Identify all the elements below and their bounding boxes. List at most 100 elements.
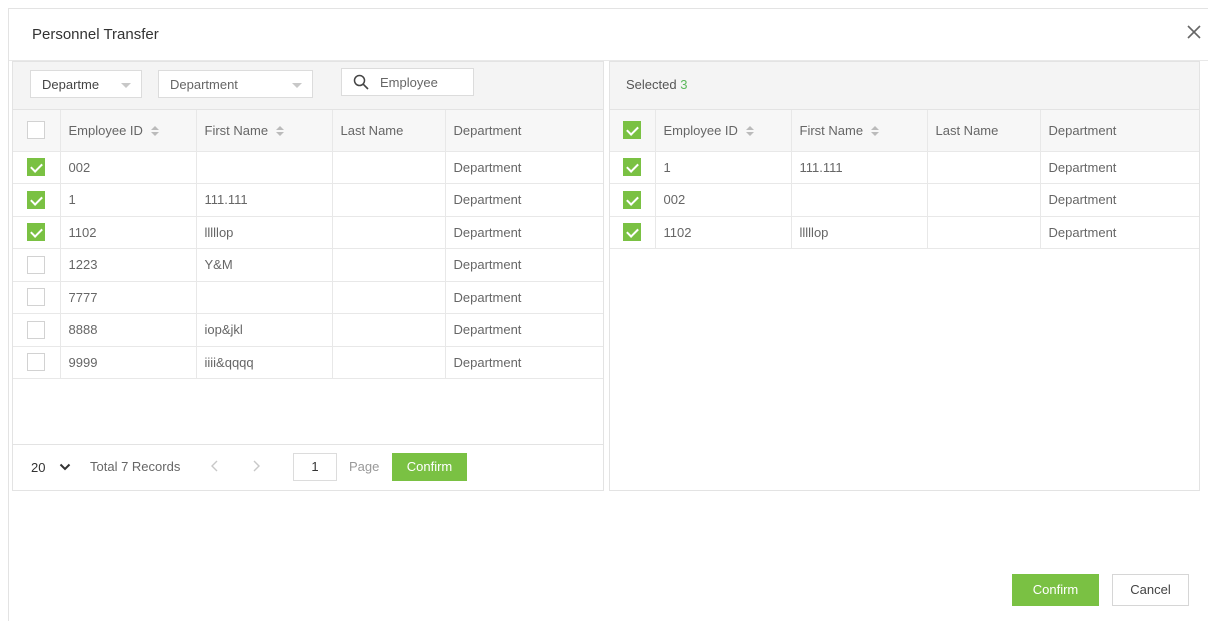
row-checkbox-cell <box>610 183 656 217</box>
table-header-row: Employee ID First Name Last Name Departm… <box>610 110 1199 152</box>
sort-icon[interactable] <box>871 126 880 137</box>
table-row[interactable]: 1102 lllllop Department <box>610 216 1199 249</box>
cell-last-name <box>332 346 446 379</box>
table-row[interactable]: 9999 iiii&qqqq Department <box>13 346 603 379</box>
sort-icon[interactable] <box>150 126 159 137</box>
col-employee-id[interactable]: Employee ID <box>655 110 792 152</box>
cell-department: Department <box>445 346 603 379</box>
table-row[interactable]: 1102 lllllop Department <box>13 216 603 249</box>
table-row[interactable]: 002 Department <box>13 151 603 184</box>
chevron-left-icon[interactable] <box>209 458 221 474</box>
cell-department: Department <box>445 248 603 282</box>
table-row[interactable]: 1223 Y&M Department <box>13 248 603 282</box>
page-confirm-button[interactable]: Confirm <box>392 453 467 481</box>
page-size-value: 20 <box>31 460 46 475</box>
row-checkbox-cell <box>13 313 61 347</box>
department-filter-select[interactable]: Departme <box>30 70 142 98</box>
page-size-select[interactable]: 20 <box>21 454 81 480</box>
cell-first-name: iop&jkl <box>196 313 333 347</box>
row-checkbox[interactable] <box>27 223 46 242</box>
selected-count: 3 <box>680 77 688 92</box>
select-all-checkbox[interactable] <box>623 121 642 140</box>
search-icon[interactable] <box>353 74 369 90</box>
selected-count-label: Selected 3 <box>626 77 687 92</box>
row-checkbox[interactable] <box>27 190 46 209</box>
chevron-right-icon[interactable] <box>250 458 262 474</box>
employee-search-input[interactable] <box>380 73 470 91</box>
cell-employee-id: 002 <box>60 151 197 184</box>
employee-list-panel: Departme Department Employee ID First Na… <box>12 61 604 491</box>
row-checkbox[interactable] <box>27 353 46 372</box>
row-checkbox[interactable] <box>623 190 642 209</box>
cancel-button[interactable]: Cancel <box>1112 574 1189 606</box>
selected-list-panel: Selected 3 Employee ID First Name Last N… <box>609 61 1200 491</box>
selected-header: Selected 3 <box>610 62 1199 110</box>
row-checkbox-cell <box>13 151 61 184</box>
row-checkbox[interactable] <box>27 158 46 177</box>
cell-employee-id: 9999 <box>60 346 197 379</box>
department-select[interactable]: Department <box>158 70 313 98</box>
col-last-name: Last Name <box>927 110 1041 152</box>
sort-icon[interactable] <box>276 126 285 137</box>
col-label: Last Name <box>935 122 999 138</box>
col-label: Department <box>453 122 522 138</box>
row-checkbox[interactable] <box>27 255 46 274</box>
sort-icon[interactable] <box>745 126 754 137</box>
cell-last-name <box>927 216 1041 249</box>
row-checkbox[interactable] <box>27 288 46 307</box>
table-row[interactable]: 002 Department <box>610 183 1199 217</box>
table-row[interactable]: 8888 iop&jkl Department <box>13 313 603 347</box>
select-all-cell <box>610 110 656 152</box>
cell-first-name <box>196 281 333 314</box>
confirm-button[interactable]: Confirm <box>1012 574 1099 606</box>
cell-first-name: lllllop <box>791 216 928 249</box>
row-checkbox-cell <box>610 216 656 249</box>
department-filter-value: Departme <box>42 77 100 92</box>
col-label: Department <box>1048 122 1117 138</box>
col-label: Last Name <box>340 122 404 138</box>
select-all-cell <box>13 110 61 152</box>
table-row[interactable]: 7777 Department <box>13 281 603 314</box>
col-label: First Name <box>204 122 269 138</box>
row-checkbox[interactable] <box>623 158 642 177</box>
cell-employee-id: 1223 <box>60 248 197 282</box>
cell-department: Department <box>445 281 603 314</box>
close-icon[interactable] <box>1185 23 1203 41</box>
cell-last-name <box>332 183 446 217</box>
cell-employee-id: 1102 <box>655 216 792 249</box>
row-checkbox[interactable] <box>27 320 46 339</box>
table-row[interactable]: 1 111.111 Department <box>610 151 1199 184</box>
dialog-header: Personnel Transfer <box>9 9 1208 61</box>
employee-table: Employee ID First Name Last Name Departm… <box>13 110 603 379</box>
col-label: Employee ID <box>68 122 143 138</box>
pagination-bar: 20 Total 7 Records 1 Page Confirm <box>13 444 603 490</box>
page-number-input[interactable]: 1 <box>293 453 337 481</box>
cell-employee-id: 1102 <box>60 216 197 249</box>
department-select-value: Department <box>170 77 238 92</box>
cell-department: Department <box>1040 216 1199 249</box>
row-checkbox-cell <box>13 216 61 249</box>
selected-table: Employee ID First Name Last Name Departm… <box>610 110 1199 249</box>
row-checkbox-cell <box>13 346 61 379</box>
cell-last-name <box>332 281 446 314</box>
col-employee-id[interactable]: Employee ID <box>60 110 197 152</box>
cell-employee-id: 7777 <box>60 281 197 314</box>
col-label: First Name <box>799 122 864 138</box>
dialog-title: Personnel Transfer <box>32 26 159 43</box>
selected-text: Selected <box>626 77 677 92</box>
cell-last-name <box>332 216 446 249</box>
col-first-name[interactable]: First Name <box>791 110 928 152</box>
chevron-down-icon <box>121 83 131 88</box>
cell-last-name <box>332 313 446 347</box>
table-header-row: Employee ID First Name Last Name Departm… <box>13 110 603 152</box>
row-checkbox-cell <box>610 151 656 184</box>
row-checkbox[interactable] <box>623 223 642 242</box>
col-first-name[interactable]: First Name <box>196 110 333 152</box>
cell-department: Department <box>445 313 603 347</box>
cell-department: Department <box>1040 183 1199 217</box>
select-all-checkbox[interactable] <box>27 121 46 140</box>
cell-first-name: Y&M <box>196 248 333 282</box>
table-row[interactable]: 1 111.111 Department <box>13 183 603 217</box>
col-last-name: Last Name <box>332 110 446 152</box>
row-checkbox-cell <box>13 281 61 314</box>
